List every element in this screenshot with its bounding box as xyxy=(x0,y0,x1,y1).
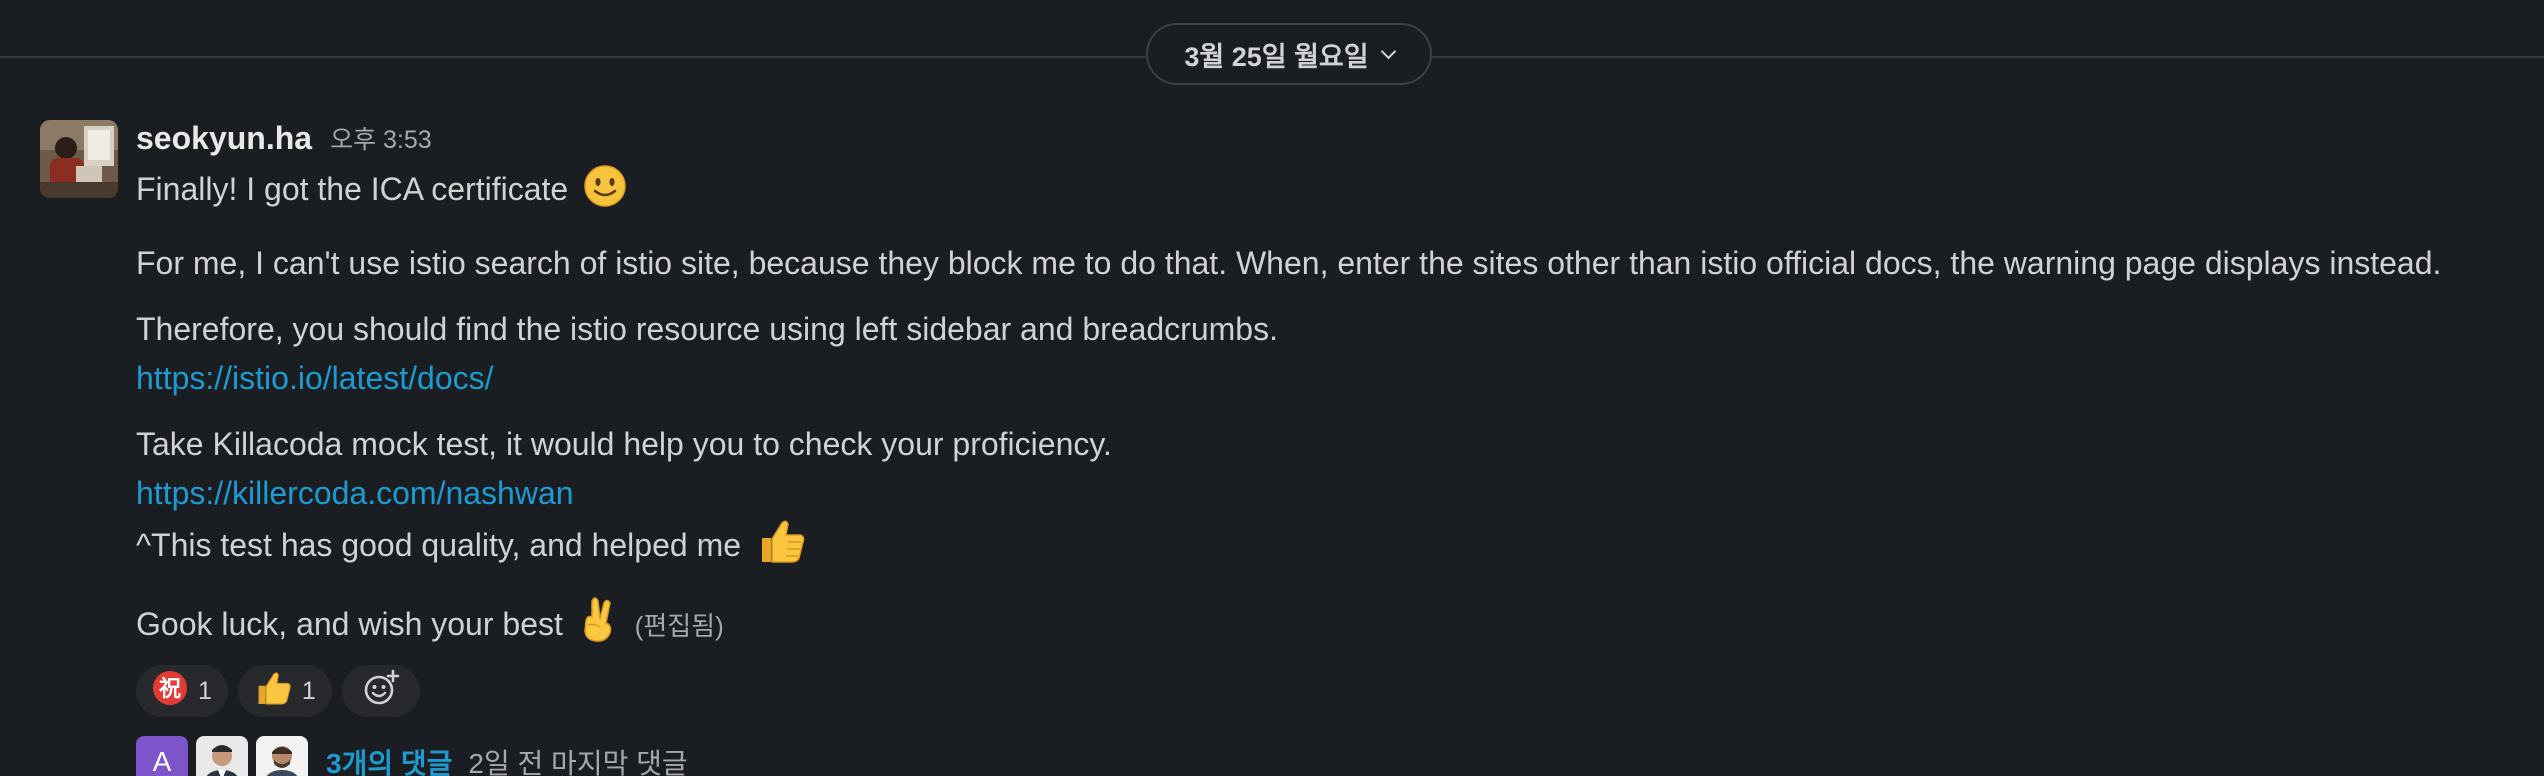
add-reaction-button[interactable] xyxy=(341,665,420,717)
add-emoji-icon xyxy=(362,669,400,714)
thumbs-up-icon xyxy=(756,518,806,578)
author-avatar[interactable] xyxy=(40,120,118,198)
reaction-count: 1 xyxy=(301,676,316,705)
message-text: Gook luck, and wish your best xyxy=(136,606,563,642)
message-timestamp[interactable]: 오후 3:53 xyxy=(330,120,432,156)
message-pane: 3월 25일 월요일 seokyun.ha 오후 3:53 Finally! I… xyxy=(0,0,2544,776)
message-line: Take Killacoda mock test, it would help … xyxy=(136,426,1112,462)
message-text: Finally! I got the ICA certificate xyxy=(136,171,569,207)
message-content: seokyun.ha 오후 3:53 Finally! I got the IC… xyxy=(136,110,2524,776)
message-line: Therefore, you should find the istio res… xyxy=(136,311,1278,347)
author-name[interactable]: seokyun.ha xyxy=(136,120,312,157)
reactions-bar: 祝 1 1 xyxy=(136,665,2524,717)
slightly-smiling-face-icon xyxy=(583,164,627,222)
date-label: 3월 25일 월요일 xyxy=(1184,41,1369,72)
crossed-fingers-icon xyxy=(578,595,618,657)
chevron-down-icon xyxy=(1380,43,1396,59)
thread-participant-avatar: A xyxy=(136,736,188,776)
message-line: ^This test has good quality, and helped … xyxy=(136,518,2524,578)
thread-reply-count[interactable]: 3개의 댓글 xyxy=(326,742,452,776)
message-line: https://istio.io/latest/docs/ xyxy=(136,354,2524,403)
svg-text:祝: 祝 xyxy=(159,677,181,702)
thumbs-up-icon xyxy=(254,670,292,713)
message-line: https://killercoda.com/nashwan xyxy=(136,469,2524,518)
thread-last-reply: 2일 전 마지막 댓글 xyxy=(468,748,688,776)
killercoda-link[interactable]: https://killercoda.com/nashwan xyxy=(136,475,574,511)
edited-label: (편집됨) xyxy=(634,611,724,641)
message-body: Finally! I got the ICA certificate For m… xyxy=(136,164,2524,657)
thread-participant-avatar xyxy=(196,736,248,776)
message: seokyun.ha 오후 3:53 Finally! I got the IC… xyxy=(0,110,2544,776)
message-header: seokyun.ha 오후 3:53 xyxy=(136,110,2524,164)
message-text: ^This test has good quality, and helped … xyxy=(136,527,742,563)
reaction-count: 1 xyxy=(198,676,212,705)
thread-summary[interactable]: A 3개의 댓글 2일 전 마지막 댓글 xyxy=(136,735,2524,776)
message-line: For me, I can't use istio search of isti… xyxy=(136,245,2442,281)
message-line: Finally! I got the ICA certificate xyxy=(136,164,2524,222)
reaction-thumbs-up[interactable]: 1 xyxy=(237,665,332,717)
date-divider: 3월 25일 월요일 xyxy=(0,0,2544,110)
reaction-congratulations[interactable]: 祝 1 xyxy=(136,665,228,717)
istio-docs-link[interactable]: https://istio.io/latest/docs/ xyxy=(136,360,494,396)
date-jump-button[interactable]: 3월 25일 월요일 xyxy=(1146,23,1432,85)
message-line: Gook luck, and wish your best (편집됨) xyxy=(136,595,2524,657)
thread-participant-avatar xyxy=(256,736,308,776)
congratulations-icon: 祝 xyxy=(152,670,188,713)
